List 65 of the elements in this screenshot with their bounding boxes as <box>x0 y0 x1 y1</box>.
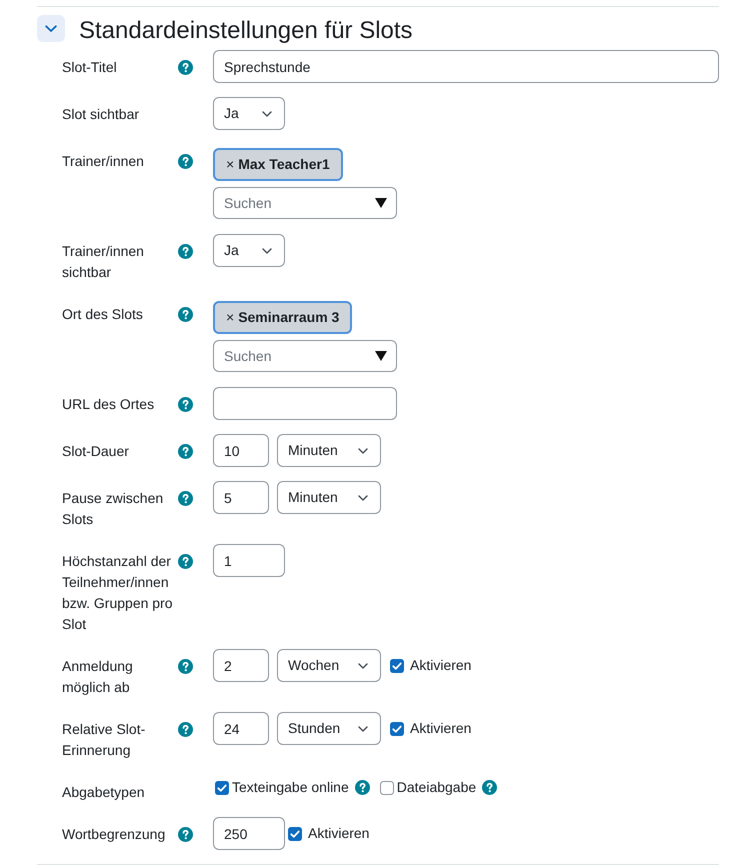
help-icon[interactable] <box>178 244 193 259</box>
help-icon[interactable] <box>482 780 498 795</box>
chevron-down-icon <box>262 110 272 116</box>
help-icon[interactable] <box>178 154 193 169</box>
text-field[interactable] <box>213 387 397 420</box>
help-icon[interactable] <box>178 307 193 322</box>
field-label: Relative Slot-Erinnerung <box>62 720 146 760</box>
select-dropdown[interactable]: Ja <box>213 97 285 130</box>
selected-item-chip[interactable]: × Max Teacher1 <box>213 148 343 181</box>
checkbox[interactable] <box>288 826 302 840</box>
dropdown-triangle-icon[interactable] <box>375 198 387 208</box>
checkbox-label: Dateiabgabe <box>396 778 476 797</box>
field-label: Höchstanzahl der Teilnehmer/innen bzw. Gruppen pro Slot <box>62 552 174 634</box>
field-label: Anmeldung möglich ab <box>62 657 134 697</box>
search-field[interactable]: Suchen <box>213 187 397 219</box>
chevron-down-icon <box>45 24 57 32</box>
field-label: Slot-Titel <box>62 58 118 77</box>
text-field[interactable]: 2 <box>213 649 269 682</box>
checkbox[interactable] <box>390 658 404 672</box>
help-icon[interactable] <box>354 780 370 795</box>
checkbox[interactable] <box>380 780 394 794</box>
field-label: Slot-Dauer <box>62 442 130 461</box>
field-label: Pause zwischen Slots <box>62 489 164 529</box>
select-dropdown[interactable]: Wochen <box>277 649 381 682</box>
text-field[interactable]: 5 <box>213 481 269 514</box>
chevron-down-icon <box>358 448 368 454</box>
chevron-down-icon <box>358 662 368 668</box>
field-label: Wortbegrenzung <box>62 825 166 844</box>
text-field[interactable]: 24 <box>213 712 269 745</box>
checkbox-label: Texteingabe online <box>232 778 349 797</box>
select-dropdown[interactable]: Ja <box>213 234 285 267</box>
checkbox[interactable] <box>215 780 229 794</box>
checkbox-label: Aktivieren <box>410 719 472 738</box>
text-field[interactable]: 1 <box>213 544 285 577</box>
help-icon[interactable] <box>178 397 193 412</box>
help-icon[interactable] <box>178 659 193 674</box>
field-label: Trainer/innen sichtbar <box>62 242 145 282</box>
chevron-down-icon <box>358 494 368 500</box>
select-dropdown[interactable]: Minuten <box>277 434 381 467</box>
text-field[interactable]: 250 <box>213 817 285 850</box>
field-label: Trainer/innen <box>62 152 145 171</box>
help-icon[interactable] <box>178 60 193 75</box>
dropdown-triangle-icon[interactable] <box>375 351 387 361</box>
section-title: Standardeinstellungen für Slots <box>79 16 413 46</box>
field-label: URL des Ortes <box>62 395 156 414</box>
search-field[interactable]: Suchen <box>213 340 397 372</box>
help-icon[interactable] <box>178 554 193 569</box>
checkbox[interactable] <box>390 722 404 736</box>
field-label: Slot sichtbar <box>62 105 140 124</box>
field-label: Abgabetypen <box>62 783 146 802</box>
field-label: Ort des Slots <box>62 305 144 324</box>
help-icon[interactable] <box>178 491 193 506</box>
collapse-button[interactable] <box>37 15 65 42</box>
selected-item-chip[interactable]: × Seminarraum 3 <box>213 301 352 334</box>
chevron-down-icon <box>358 726 368 732</box>
checkbox-label: Aktivieren <box>410 656 472 675</box>
help-icon[interactable] <box>178 444 193 459</box>
help-icon[interactable] <box>178 827 193 842</box>
chevron-down-icon <box>262 248 272 254</box>
text-field[interactable]: 10 <box>213 434 269 467</box>
help-icon[interactable] <box>178 722 193 737</box>
checkbox-label: Aktivieren <box>308 824 370 843</box>
select-dropdown[interactable]: Minuten <box>277 481 381 514</box>
select-dropdown[interactable]: Stunden <box>277 712 381 745</box>
text-field[interactable]: Sprechstunde <box>213 50 719 83</box>
